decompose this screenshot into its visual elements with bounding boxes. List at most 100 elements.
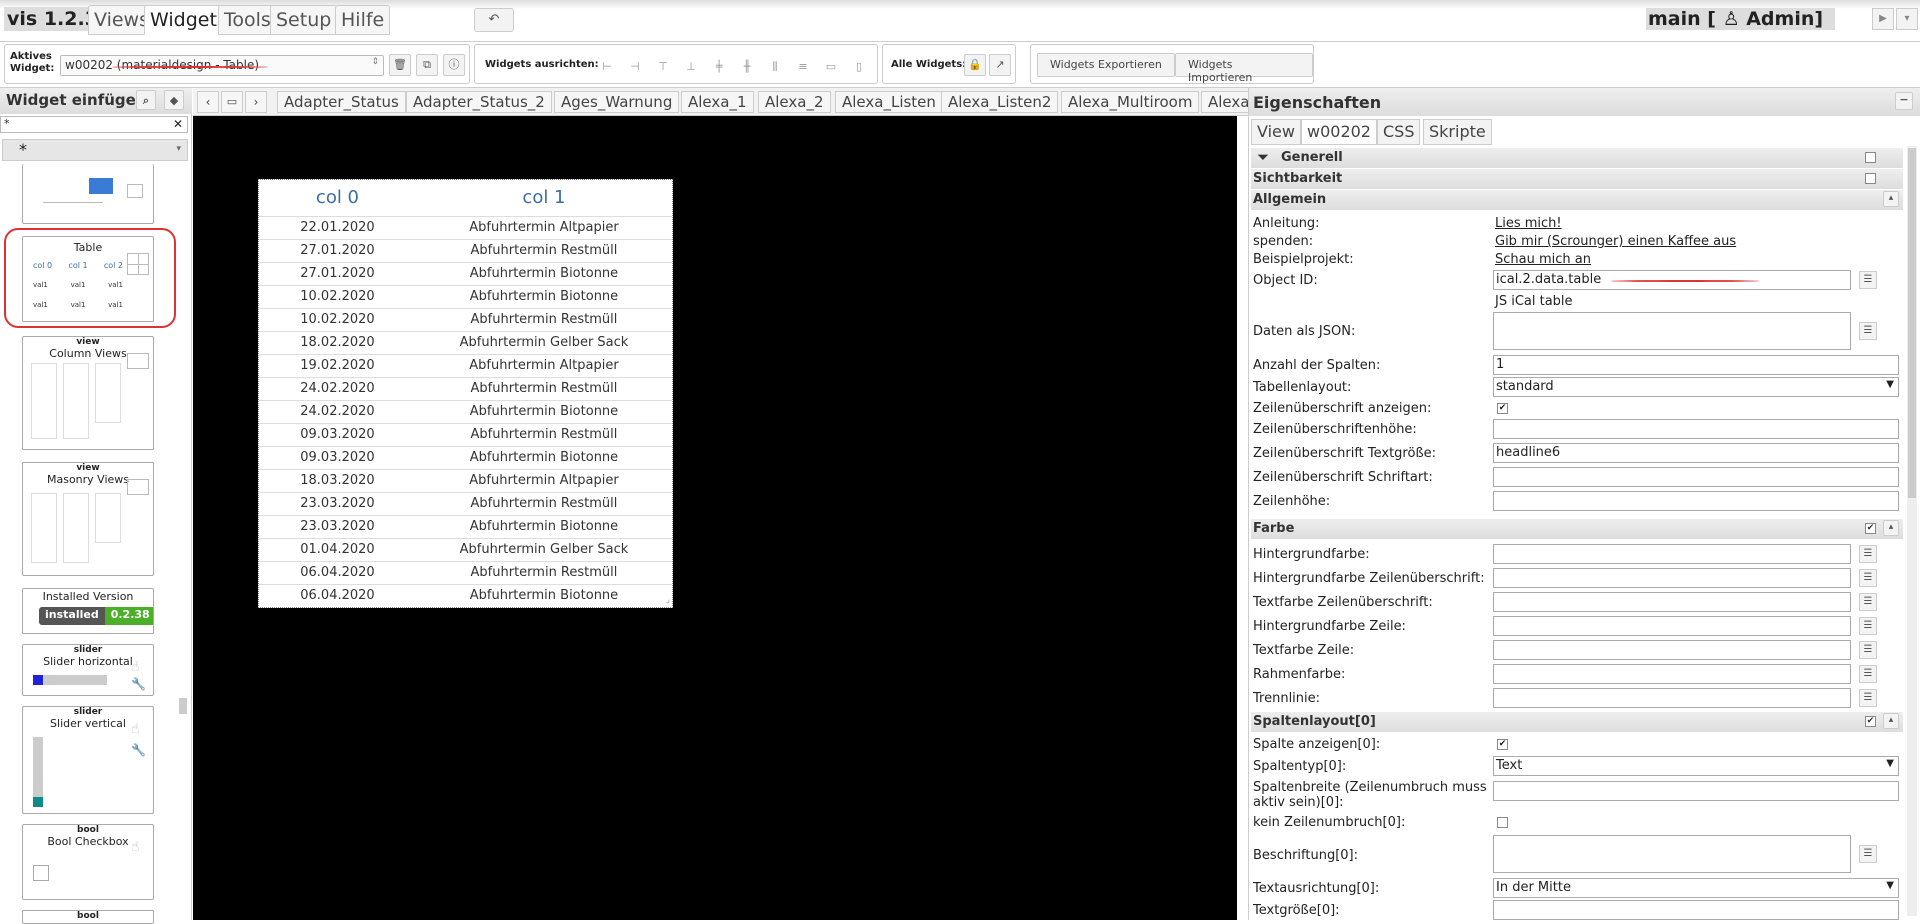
color-input[interactable] <box>1493 640 1851 660</box>
tab-css[interactable]: CSS <box>1377 119 1421 145</box>
spalten-number-input[interactable]: 1 <box>1493 355 1899 375</box>
widget-set-select[interactable]: * ▾ <box>2 139 188 161</box>
color-picker-icon[interactable]: ☰ <box>1859 617 1877 635</box>
view-tab[interactable]: Alexa_Listen <box>835 91 943 113</box>
spalte-anzeigen-checkbox[interactable]: ✔ <box>1497 739 1508 750</box>
table-widget[interactable]: col 0 col 1 22.01.2020 Abfuhrtermin Altpa… <box>258 179 673 608</box>
tab-skripte[interactable]: Skripte <box>1423 119 1492 145</box>
section-spaltenlayout[interactable]: Spaltenlayout[0] ✔ ▴ <box>1251 712 1903 732</box>
view-tab[interactable]: Alexa_Listen2 <box>941 91 1059 113</box>
view-tab[interactable]: Adapter_Status <box>277 91 406 113</box>
color-input[interactable] <box>1493 664 1851 684</box>
color-picker-icon[interactable]: ☰ <box>1859 641 1877 659</box>
color-picker-icon[interactable]: ☰ <box>1859 689 1877 707</box>
tab-view[interactable]: View <box>1251 119 1301 145</box>
textausrichtung-select[interactable]: In der Mitte ▼ <box>1493 878 1899 898</box>
zeilenhoehe-input[interactable] <box>1493 491 1899 511</box>
tab-widget-id[interactable]: w00202 <box>1301 119 1377 145</box>
tabs-next-icon[interactable]: › <box>245 91 267 113</box>
spaltenbreite-input[interactable] <box>1493 781 1899 801</box>
beschriftung-edit-icon[interactable]: ☰ <box>1859 845 1877 863</box>
section-checkbox[interactable]: ✔ <box>1865 523 1876 534</box>
menu-tab-setup[interactable]: Setup <box>270 5 338 35</box>
zh-hoehe-input[interactable] <box>1493 419 1899 439</box>
play-icon[interactable]: ▶ <box>1872 8 1894 30</box>
layout-select[interactable]: standard ▼ <box>1493 377 1899 397</box>
view-tab[interactable]: Alexa_Multiroom <box>1061 91 1200 113</box>
color-input[interactable] <box>1493 616 1851 636</box>
color-picker-icon[interactable]: ☰ <box>1859 569 1877 587</box>
menu-tab-hilfe[interactable]: Hilfe <box>335 5 391 35</box>
section-generell[interactable]: Generell ⏷ <box>1251 148 1903 168</box>
view-tab[interactable]: Adapter_Status_2 <box>406 91 552 113</box>
align-vcenter-icon[interactable]: ╪ <box>711 59 727 75</box>
section-checkbox[interactable]: ✔ <box>1865 716 1876 727</box>
section-allgemein[interactable]: Allgemein ▴ <box>1251 190 1903 210</box>
widget-card-bool-partial[interactable]: bool <box>22 910 154 924</box>
section-sichtbarkeit[interactable]: Sichtbarkeit <box>1251 169 1903 189</box>
expand-icon[interactable]: ▾ <box>1896 8 1918 30</box>
beispiel-link[interactable]: Schau mich an <box>1495 252 1591 267</box>
widget-card-column-views[interactable]: view Column Views <box>22 336 154 450</box>
color-input[interactable] <box>1493 544 1851 564</box>
view-tab[interactable]: Alexa_1 <box>681 91 754 113</box>
lock-icon[interactable]: 🔒 <box>964 54 986 76</box>
resize-handle-icon[interactable]: ⌟ <box>666 595 670 605</box>
zh-schriftart-input[interactable] <box>1493 467 1899 487</box>
distribute-v-icon[interactable]: ≡ <box>795 59 811 75</box>
color-picker-icon[interactable]: ☰ <box>1859 665 1877 683</box>
anleitung-link[interactable]: Lies mich! <box>1495 216 1562 231</box>
properties-scroll-thumb[interactable] <box>1908 148 1916 498</box>
color-input[interactable] <box>1493 568 1851 588</box>
widget-filter-input[interactable]: * ✕ <box>0 116 188 133</box>
align-left-icon[interactable]: ⊢ <box>599 59 615 75</box>
distribute-h-icon[interactable]: ⫼ <box>767 59 783 75</box>
zh-textgroesse-input[interactable]: headline6 <box>1493 443 1899 463</box>
widget-card-installed-version[interactable]: Installed Version installed 0.2.38 <box>22 588 154 634</box>
widget-card-bool-checkbox[interactable]: bool Bool Checkbox ☝ <box>22 824 154 900</box>
widget-card-slider-vertical[interactable]: slider Slider vertical ☝ 🔧 <box>22 706 154 814</box>
color-picker-icon[interactable]: ☰ <box>1859 593 1877 611</box>
section-checkbox[interactable] <box>1865 173 1876 184</box>
section-checkbox[interactable] <box>1865 152 1876 163</box>
collapse-up-icon[interactable]: ▴ <box>1883 191 1899 207</box>
view-tab[interactable]: Alexa <box>1201 91 1248 113</box>
copy-icon[interactable]: ⧉ <box>416 54 438 76</box>
zh-anzeigen-checkbox[interactable]: ✔ <box>1497 403 1508 414</box>
widget-card-slider-horizontal[interactable]: slider Slider horizontal ☝ 🔧 <box>22 644 154 696</box>
align-right-icon[interactable]: ⊣ <box>627 59 643 75</box>
widget-card-partial[interactable] <box>22 164 154 224</box>
align-top-icon[interactable]: ⊤ <box>655 59 671 75</box>
collapse-up-icon[interactable]: ▴ <box>1883 713 1899 729</box>
search-icon[interactable]: ⌕ <box>136 90 156 110</box>
kein-umbruch-checkbox[interactable] <box>1497 817 1508 828</box>
color-input[interactable] <box>1493 592 1851 612</box>
collapse-up-icon[interactable]: ▴ <box>1883 520 1899 536</box>
tag-icon[interactable]: ◆ <box>164 90 184 110</box>
section-farbe[interactable]: Farbe ✔ ▴ <box>1251 519 1903 539</box>
tabs-list-icon[interactable]: ▭ <box>221 91 243 113</box>
menu-tab-tools[interactable]: Tools <box>218 5 277 35</box>
align-bottom-icon[interactable]: ⊥ <box>683 59 699 75</box>
undo-button[interactable]: ↶ <box>474 8 514 32</box>
spaltentyp-select[interactable]: Text ▼ <box>1493 756 1899 776</box>
same-height-icon[interactable]: ▯ <box>851 59 867 75</box>
external-link-icon[interactable]: ↗ <box>989 54 1011 76</box>
object-picker-icon[interactable]: ☰ <box>1859 271 1877 289</box>
clear-icon[interactable]: ✕ <box>173 117 183 131</box>
left-scrollbar[interactable] <box>179 698 187 714</box>
trash-icon[interactable]: 🗑 <box>389 54 411 76</box>
view-tab[interactable]: Ages_Warnung <box>554 91 680 113</box>
tabs-prev-icon[interactable]: ‹ <box>197 91 219 113</box>
same-width-icon[interactable]: ▭ <box>823 59 839 75</box>
collapse-icon[interactable]: − <box>1895 92 1913 110</box>
view-tab[interactable]: Alexa_2 <box>758 91 831 113</box>
beschriftung-textarea[interactable] <box>1493 835 1851 873</box>
align-hcenter-icon[interactable]: ╫ <box>739 59 755 75</box>
json-textarea[interactable] <box>1493 312 1851 350</box>
widget-card-masonry-views[interactable]: view Masonry Views <box>22 462 154 576</box>
import-widgets-button[interactable]: Widgets Importieren <box>1175 53 1313 84</box>
export-widgets-button[interactable]: Widgets Exportieren <box>1037 53 1175 77</box>
info-icon[interactable]: ⓘ <box>443 54 465 76</box>
textgroesse-input[interactable] <box>1493 900 1899 920</box>
